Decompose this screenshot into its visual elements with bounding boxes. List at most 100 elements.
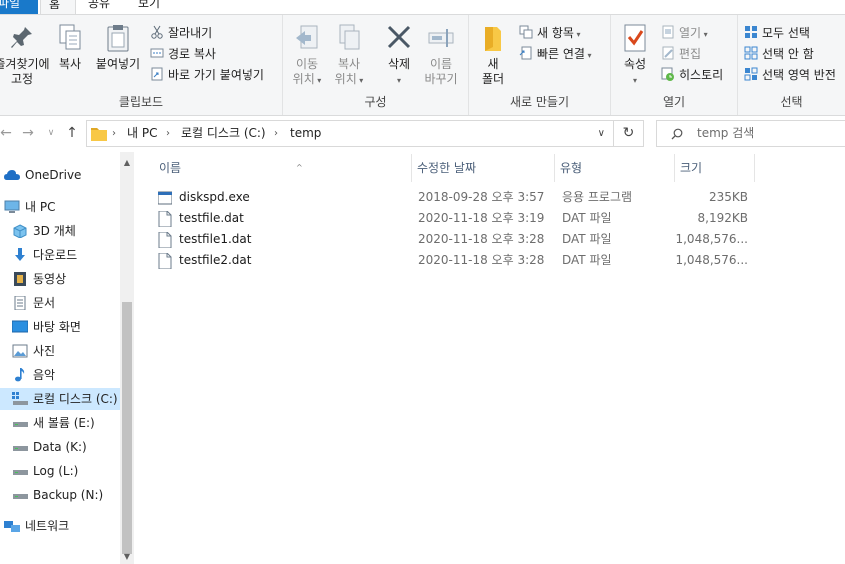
open-button[interactable]: 열기 ▾ bbox=[661, 23, 708, 43]
column-modified-label: 수정한 날짜 bbox=[417, 161, 477, 175]
copy-path-icon bbox=[150, 48, 164, 58]
nav-label: 사진 bbox=[33, 344, 56, 358]
scrollbar-thumb[interactable] bbox=[122, 302, 132, 554]
file-size: 8,192KB bbox=[697, 211, 748, 225]
nav-item-downloads[interactable]: 다운로드 bbox=[0, 244, 120, 266]
file-row[interactable]: testfile1.dat 2020-11-18 오후 3:28 DAT 파일 … bbox=[154, 229, 754, 250]
folder-icon bbox=[91, 128, 107, 141]
file-row[interactable]: diskspd.exe 2018-09-28 오후 3:57 응용 프로그램 2… bbox=[154, 187, 754, 208]
breadcrumb-this-pc[interactable]: 내 PC bbox=[127, 121, 157, 146]
up-arrow-icon[interactable]: ↑ bbox=[64, 124, 80, 142]
nav-item-desktop[interactable]: 바탕 화면 bbox=[0, 316, 120, 338]
copy-to-button[interactable]: 복사 위치 ▾ bbox=[331, 19, 367, 88]
invert-selection-button[interactable]: 선택 영역 반전 bbox=[744, 65, 836, 85]
nav-label: 동영상 bbox=[33, 272, 67, 286]
select-none-label: 선택 안 함 bbox=[762, 47, 814, 61]
nav-item-videos[interactable]: 동영상 bbox=[0, 268, 120, 290]
windows-drive-icon bbox=[12, 392, 28, 405]
address-dropdown-chevron-icon[interactable]: ∨ bbox=[598, 121, 605, 146]
navigation-scrollbar[interactable]: ▲ ▼ bbox=[120, 152, 134, 564]
select-none-icon bbox=[744, 46, 758, 60]
nav-label: Data (K:) bbox=[33, 440, 87, 454]
easy-access-button[interactable]: 빠른 연결 ▾ bbox=[519, 44, 592, 64]
new-folder-icon bbox=[485, 27, 501, 51]
forward-arrow-icon[interactable]: → bbox=[20, 124, 36, 142]
easy-access-label: 빠른 연결 bbox=[537, 47, 585, 61]
tab-share[interactable]: 공유 bbox=[80, 0, 118, 14]
new-item-button[interactable]: 새 항목 ▾ bbox=[519, 23, 581, 43]
back-arrow-icon[interactable]: ← bbox=[0, 124, 14, 142]
nav-item-volume-e[interactable]: 새 볼륨 (E:) bbox=[0, 412, 120, 434]
breadcrumb-separator-icon[interactable]: › bbox=[166, 121, 170, 146]
delete-x-icon bbox=[387, 25, 411, 49]
nav-item-music[interactable]: 음악 bbox=[0, 364, 120, 386]
column-header-name[interactable]: 이름 ^ bbox=[154, 154, 412, 182]
file-row[interactable]: testfile.dat 2020-11-18 오후 3:19 DAT 파일 8… bbox=[154, 208, 754, 229]
pin-quick-access-button[interactable]: 즐겨찾기에 고정 bbox=[0, 19, 50, 87]
cut-button[interactable]: 잘라내기 bbox=[150, 23, 212, 43]
file-name: testfile1.dat bbox=[179, 232, 252, 246]
breadcrumb-separator-icon[interactable]: › bbox=[112, 121, 116, 146]
history-button[interactable]: 히스토리 bbox=[661, 65, 723, 85]
tab-file[interactable]: 파일 bbox=[0, 0, 38, 14]
search-box[interactable]: temp 검색 bbox=[656, 120, 845, 147]
tab-home[interactable]: 홈 bbox=[40, 0, 76, 14]
copy-label: 복사 bbox=[58, 57, 82, 71]
breadcrumb-temp[interactable]: temp bbox=[290, 121, 321, 146]
nav-item-network[interactable]: 네트워크 bbox=[0, 515, 120, 537]
properties-button[interactable]: 속성 ▾ bbox=[617, 19, 653, 88]
cube-icon bbox=[13, 224, 27, 238]
select-all-icon bbox=[745, 26, 757, 38]
column-header-modified[interactable]: 수정한 날짜 bbox=[412, 154, 555, 182]
file-modified: 2020-11-18 오후 3:28 bbox=[418, 232, 545, 246]
address-bar[interactable]: › 내 PC › 로컬 디스크 (C:) › temp ∨ bbox=[86, 120, 614, 147]
select-all-button[interactable]: 모두 선택 bbox=[744, 23, 810, 43]
file-size: 1,048,576... bbox=[675, 253, 748, 267]
nav-item-backup-n[interactable]: Backup (N:) bbox=[0, 484, 120, 506]
rename-label-line2: 바꾸기 bbox=[424, 72, 458, 86]
column-name-label: 이름 bbox=[159, 161, 182, 175]
rename-button[interactable]: 이름 바꾸기 bbox=[421, 19, 461, 87]
nav-item-documents[interactable]: 문서 bbox=[0, 292, 120, 314]
copy-path-button[interactable]: 경로 복사 bbox=[150, 44, 216, 64]
delete-button[interactable]: 삭제 ▾ bbox=[381, 19, 417, 88]
move-to-button[interactable]: 이동 위치 ▾ bbox=[289, 19, 325, 88]
nav-item-local-disk-c[interactable]: 로컬 디스크 (C:) bbox=[0, 388, 120, 410]
file-row[interactable]: testfile2.dat 2020-11-18 오후 3:28 DAT 파일 … bbox=[154, 250, 754, 271]
scissors-icon bbox=[151, 25, 163, 39]
group-open: 속성 ▾ 열기 ▾ 편집 히스토리 열기 bbox=[611, 15, 738, 115]
nav-label: 3D 개체 bbox=[33, 224, 76, 238]
tab-view[interactable]: 보기 bbox=[130, 0, 168, 14]
new-folder-button[interactable]: 새 폴더 bbox=[477, 19, 509, 87]
file-type: DAT 파일 bbox=[562, 253, 612, 267]
paste-button[interactable]: 붙여넣기 bbox=[90, 19, 146, 72]
column-header-type[interactable]: 유형 bbox=[555, 154, 675, 182]
chevron-down-icon: ▾ bbox=[632, 76, 637, 85]
breadcrumb-separator-icon[interactable]: › bbox=[274, 121, 278, 146]
edit-button[interactable]: 편집 bbox=[661, 44, 701, 64]
pin-label-line2: 고정 bbox=[10, 72, 34, 86]
nav-label: 바탕 화면 bbox=[33, 320, 81, 334]
ribbon-tabs: 파일 홈 공유 보기 bbox=[0, 0, 845, 14]
column-header-size[interactable]: 크기 bbox=[675, 154, 755, 182]
nav-item-onedrive[interactable]: OneDrive bbox=[0, 164, 120, 186]
paste-shortcut-button[interactable]: 바로 가기 붙여넣기 bbox=[150, 65, 264, 85]
breadcrumb-local-disk[interactable]: 로컬 디스크 (C:) bbox=[181, 121, 266, 146]
application-icon bbox=[158, 191, 172, 205]
invert-selection-label: 선택 영역 반전 bbox=[762, 68, 836, 82]
file-name: testfile.dat bbox=[179, 211, 244, 225]
recent-locations-chevron-icon[interactable]: ∨ bbox=[43, 124, 59, 142]
group-new: 새 폴더 새 항목 ▾ 빠른 연결 ▾ 새로 만들기 bbox=[469, 15, 611, 115]
nav-item-log-l[interactable]: Log (L:) bbox=[0, 460, 120, 482]
copy-button[interactable]: 복사 bbox=[52, 19, 88, 72]
scroll-down-icon[interactable]: ▼ bbox=[120, 552, 134, 561]
group-organize: 이동 위치 ▾ 복사 위치 ▾ 삭제 ▾ 이름 바꾸기 구성 bbox=[283, 15, 469, 115]
nav-item-pictures[interactable]: 사진 bbox=[0, 340, 120, 362]
scroll-up-icon[interactable]: ▲ bbox=[120, 158, 134, 167]
film-icon bbox=[14, 272, 26, 286]
nav-item-data-k[interactable]: Data (K:) bbox=[0, 436, 120, 458]
select-none-button[interactable]: 선택 안 함 bbox=[744, 44, 814, 64]
refresh-icon[interactable]: ↻ bbox=[614, 120, 644, 147]
nav-item-3d-objects[interactable]: 3D 개체 bbox=[0, 220, 120, 242]
nav-item-this-pc[interactable]: 내 PC bbox=[0, 196, 120, 218]
